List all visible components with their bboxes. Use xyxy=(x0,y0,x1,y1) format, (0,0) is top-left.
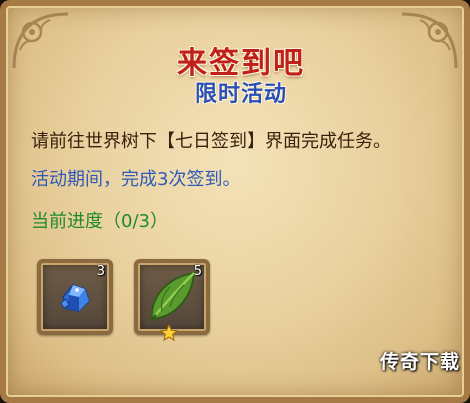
reward-count: 5 xyxy=(193,264,202,279)
panel-subtitle: 限时活动 xyxy=(194,82,287,107)
quest-period: 活动期间，完成3次签到。 xyxy=(31,169,241,190)
quest-progress: 当前进度（0/3） xyxy=(31,211,168,232)
quest-panel: 来签到吧 限时活动 请前往世界树下【七日签到】界面完成任务。 活动期间，完成3次… xyxy=(0,0,470,403)
reward-count: 3 xyxy=(96,264,105,279)
star-icon xyxy=(160,324,178,342)
reward-slot-crystal[interactable]: 3 xyxy=(37,259,113,335)
site-watermark: 传奇下载 xyxy=(379,351,460,373)
quest-instruction: 请前往世界树下【七日签到】界面完成任务。 xyxy=(31,131,391,152)
